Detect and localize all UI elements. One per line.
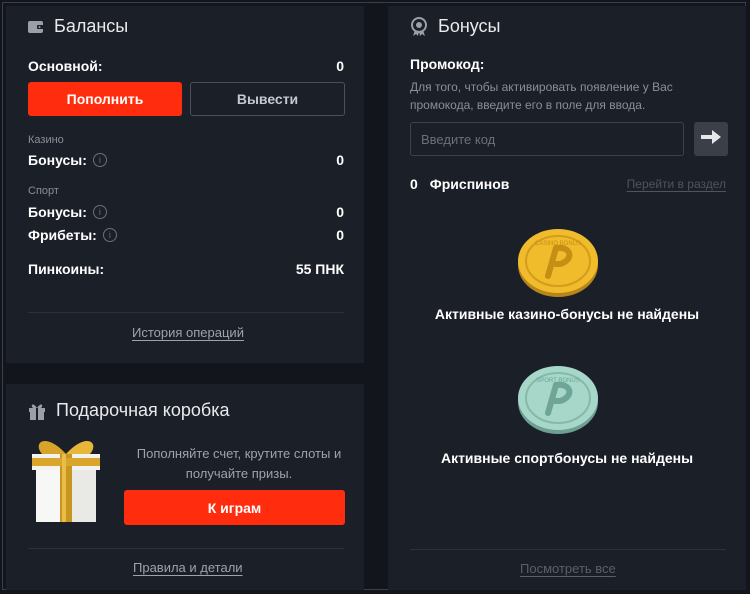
casino-bonus-label: Бонусы: <box>28 152 87 168</box>
main-balance-label: Основной: <box>28 58 103 74</box>
balances-header: Балансы <box>28 16 128 37</box>
sport-empty-message: Активные спортбонусы не найдены <box>440 450 694 466</box>
sport-bonus-value: 0 <box>336 204 344 220</box>
pincoins-row: Пинкоины: 55 ПНК <box>28 261 344 277</box>
casino-bonus-coin: CASINO BONUS <box>516 228 600 303</box>
divider <box>28 548 344 549</box>
promo-label: Промокод: <box>410 56 485 72</box>
to-games-button[interactable]: К играм <box>124 490 345 525</box>
info-icon[interactable]: i <box>92 205 107 219</box>
balances-title: Балансы <box>54 16 129 36</box>
casino-bonus-value: 0 <box>336 152 344 168</box>
main-balance-value: 0 <box>336 58 344 74</box>
bonuses-panel: Бонусы Промокод: Для того, чтобы активир… <box>388 6 746 590</box>
main-balance-row: Основной: 0 <box>28 58 344 74</box>
wallet-icon <box>28 20 44 34</box>
divider <box>410 549 726 550</box>
sport-caption: Спорт <box>28 185 59 197</box>
withdraw-button[interactable]: Вывести <box>190 82 345 116</box>
bonuses-header: Бонусы <box>410 16 501 37</box>
promo-submit-button[interactable] <box>694 122 728 156</box>
promo-code-input[interactable] <box>410 122 684 156</box>
casino-bonus-row: Бонусы: i 0 <box>28 152 344 168</box>
gift-icon <box>28 402 46 420</box>
info-icon[interactable]: i <box>92 153 107 167</box>
view-all-link[interactable]: Посмотреть все <box>520 561 616 576</box>
rules-link[interactable]: Правила и детали <box>133 560 243 575</box>
promo-description: Для того, чтобы активировать появление у… <box>410 80 673 112</box>
sport-bonus-coin: SPORT BONUS <box>516 364 600 441</box>
info-icon[interactable]: i <box>102 228 117 242</box>
arrow-right-icon <box>701 129 721 149</box>
goto-section-link[interactable]: Перейти в раздел <box>627 177 726 191</box>
gift-box-image <box>26 432 106 529</box>
gift-box-panel: Подарочная коробка Пополняйте счет, крут… <box>6 384 364 590</box>
sport-bonus-row: Бонусы: i 0 <box>28 204 344 220</box>
history-link[interactable]: История операций <box>132 325 244 340</box>
freespins-label: Фриспинов <box>429 176 510 192</box>
gift-description: Пополняйте счет, крутите слоты и получай… <box>136 446 342 481</box>
freebets-row: Фрибеты: i 0 <box>28 227 344 243</box>
deposit-button[interactable]: Пополнить <box>28 82 182 116</box>
casino-caption: Казино <box>28 134 64 146</box>
pincoins-label: Пинкоины: <box>28 261 105 277</box>
gift-header: Подарочная коробка <box>28 400 229 421</box>
freespins-row: 0 Фриспинов <box>410 176 509 192</box>
casino-coin-text: CASINO BONUS <box>535 241 581 247</box>
freebets-label: Фрибеты: <box>28 227 97 243</box>
sport-bonus-label: Бонусы: <box>28 204 87 220</box>
sport-coin-text: SPORT BONUS <box>536 378 579 384</box>
gift-title: Подарочная коробка <box>56 400 230 420</box>
freespins-count: 0 <box>410 176 418 192</box>
balances-panel: Балансы Основной: 0 Пополнить Вывести Ка… <box>6 6 364 363</box>
casino-empty-message: Активные казино-бонусы не найдены <box>434 306 700 322</box>
medal-icon <box>410 16 428 37</box>
pincoins-value: 55 ПНК <box>295 261 344 277</box>
bonuses-title: Бонусы <box>438 16 501 36</box>
freebets-value: 0 <box>336 227 344 243</box>
divider <box>28 312 344 313</box>
